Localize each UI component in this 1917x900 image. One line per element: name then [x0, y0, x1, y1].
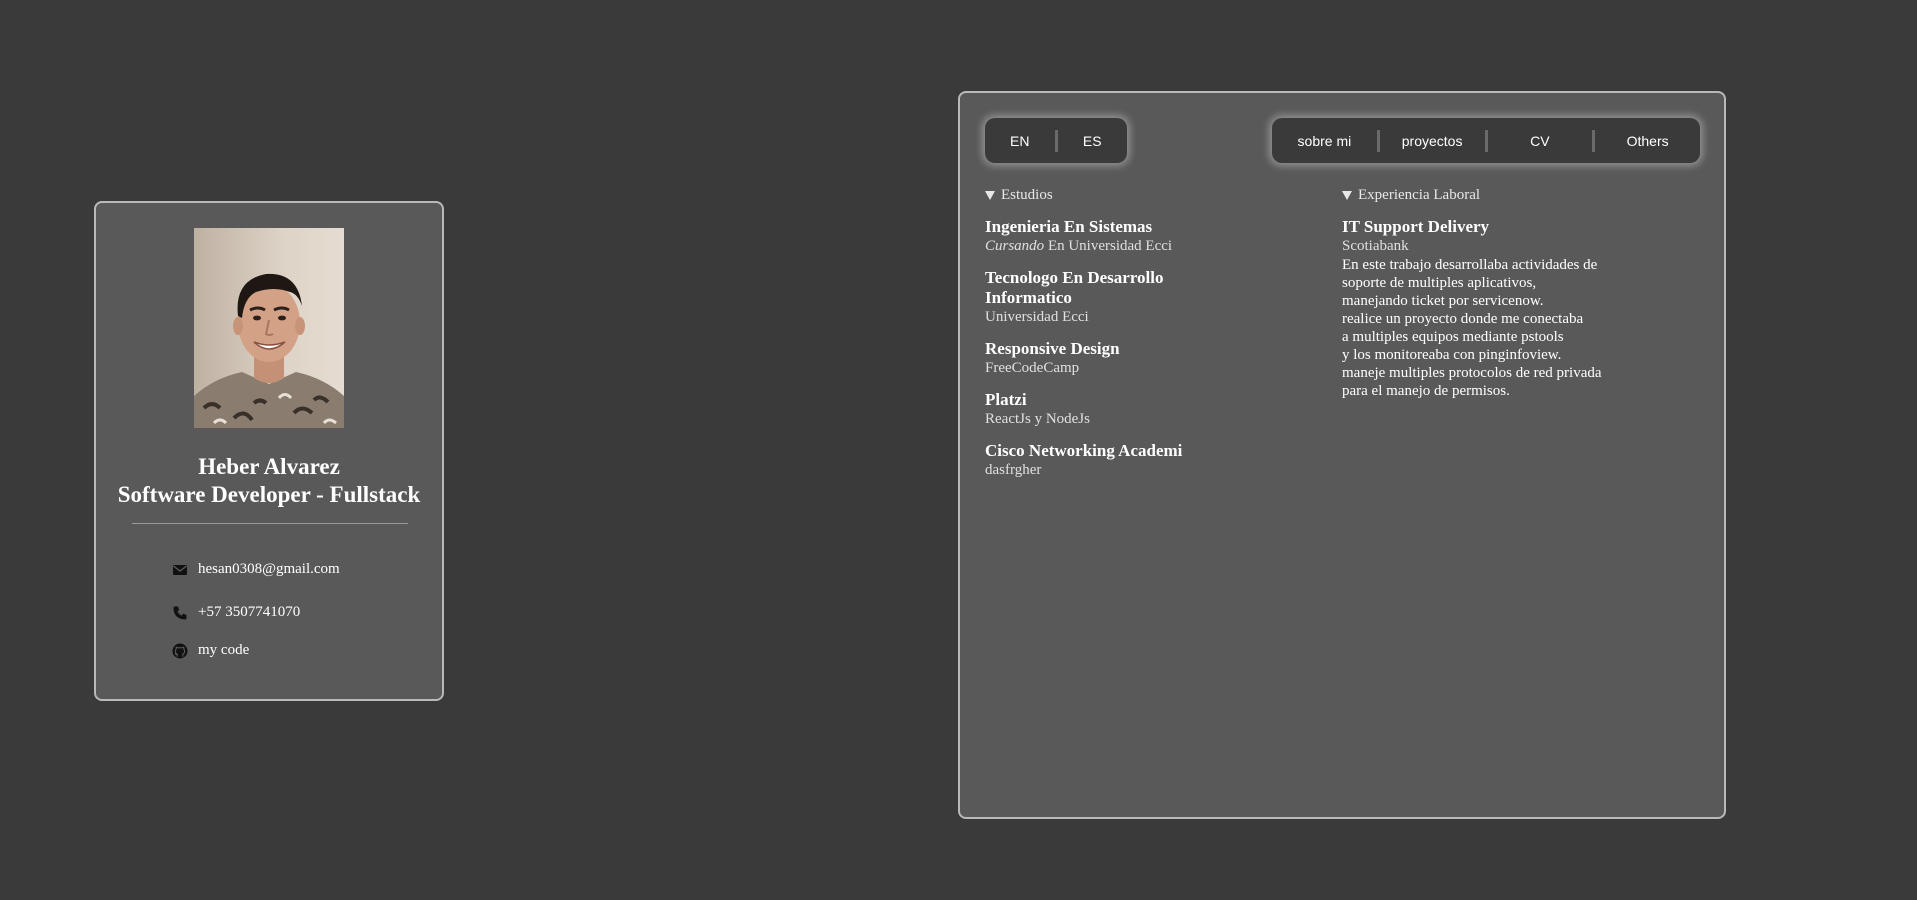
- profile-card: Heber Alvarez Software Developer - Fulls…: [94, 201, 444, 701]
- language-switch: EN ES: [985, 118, 1127, 163]
- study-entry: Platzi ReactJs y NodeJs: [985, 390, 1325, 429]
- study-title: Tecnologo En Desarrollo Informatico: [985, 268, 1325, 308]
- study-place-text: En Universidad Ecci: [1047, 238, 1173, 254]
- contact-code: my code: [198, 642, 250, 658]
- experience-summary-label: Experiencia Laboral: [1358, 186, 1481, 203]
- contact-email-link[interactable]: hesan0308@gmail.com: [172, 561, 340, 578]
- lang-es-button[interactable]: ES: [1058, 133, 1128, 149]
- contact-email: hesan0308@gmail.com: [198, 561, 340, 577]
- triangle-down-icon: [985, 190, 995, 200]
- profile-divider: [132, 523, 408, 524]
- profile-name-heading: Heber Alvarez Software Developer - Fulls…: [96, 453, 442, 509]
- study-entry: Tecnologo En Desarrollo Informatico Univ…: [985, 268, 1325, 327]
- nav-projects-button[interactable]: proyectos: [1380, 133, 1485, 149]
- experience-entry: IT Support Delivery Scotiabank En este t…: [1342, 217, 1702, 400]
- study-place: Cursando En Universidad Ecci: [985, 237, 1325, 256]
- profile-role: Software Developer - Fullstack: [117, 482, 421, 507]
- experience-summary-toggle[interactable]: Experiencia Laboral: [1342, 185, 1702, 205]
- study-entry: Responsive Design FreeCodeCamp: [985, 339, 1325, 378]
- phone-icon: [172, 605, 188, 621]
- study-place: dasfrgher: [985, 462, 1042, 478]
- experience-description-line: manejando ticket por servicenow.: [1342, 293, 1544, 309]
- experience-description-line: En este trabajo desarrollaba actividades…: [1342, 257, 1598, 273]
- study-entry: Cisco Networking Academi dasfrgher: [985, 441, 1325, 480]
- study-title: Responsive Design: [985, 339, 1120, 358]
- profile-name: Heber Alvarez: [198, 454, 340, 479]
- triangle-down-icon: [1342, 190, 1352, 200]
- experience-description-line: y los monitoreaba con pinginfoview.: [1342, 347, 1562, 363]
- profile-photo: [194, 228, 344, 428]
- experience-description-line: a multiples equipos mediante pstools: [1342, 329, 1564, 345]
- main-panel: EN ES sobre mi proyectos CV Others Estud…: [958, 91, 1726, 819]
- study-title-line1: Tecnologo En Desarrollo: [985, 268, 1164, 287]
- lang-en-button[interactable]: EN: [985, 133, 1055, 149]
- experience-description-line: maneje multiples protocolos de red priva…: [1342, 365, 1602, 381]
- experience-description-line: soporte de multiples aplicativos,: [1342, 275, 1537, 291]
- studies-summary-label: Estudios: [1001, 186, 1053, 203]
- study-title-line2: Informatico: [985, 288, 1072, 307]
- study-title: Cisco Networking Academi: [985, 441, 1183, 460]
- experience-company: Scotiabank: [1342, 238, 1409, 254]
- profile-photo-image: [194, 228, 344, 428]
- nav-cv-button[interactable]: CV: [1488, 133, 1593, 149]
- studies-section: Estudios Ingenieria En Sistemas Cursando…: [985, 185, 1325, 480]
- nav-about-button[interactable]: sobre mi: [1272, 133, 1377, 149]
- experience-description-line: realice un proyecto donde me conectaba: [1342, 311, 1584, 327]
- study-place: FreeCodeCamp: [985, 360, 1080, 376]
- envelope-icon: [172, 562, 188, 578]
- nav-others-button[interactable]: Others: [1595, 133, 1700, 149]
- experience-section: Experiencia Laboral IT Support Delivery …: [1342, 185, 1702, 400]
- study-status: Cursando: [985, 238, 1045, 254]
- contact-phone-link[interactable]: +57 3507741070: [172, 604, 300, 621]
- study-title: Platzi: [985, 390, 1027, 409]
- study-place: Universidad Ecci: [985, 309, 1089, 325]
- experience-description-line: para el manejo de permisos.: [1342, 383, 1510, 399]
- experience-title: IT Support Delivery: [1342, 217, 1490, 236]
- main-nav: sobre mi proyectos CV Others: [1272, 118, 1700, 163]
- studies-summary-toggle[interactable]: Estudios: [985, 185, 1325, 205]
- study-title: Ingenieria En Sistemas: [985, 217, 1153, 236]
- study-entry: Ingenieria En Sistemas Cursando En Unive…: [985, 217, 1325, 256]
- contact-phone: +57 3507741070: [198, 604, 301, 620]
- study-place: ReactJs y NodeJs: [985, 411, 1090, 427]
- contact-code-link[interactable]: my code: [172, 642, 249, 659]
- github-icon: [172, 643, 188, 659]
